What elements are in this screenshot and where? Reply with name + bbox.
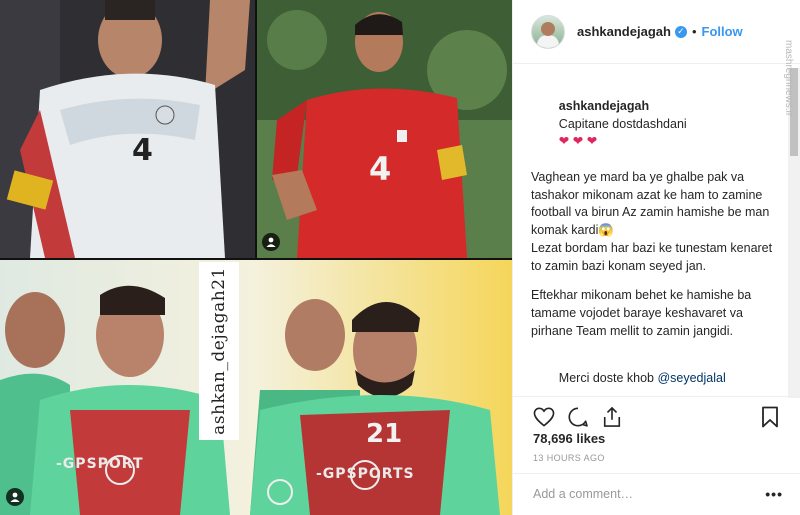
post-timestamp[interactable]: 13 HOURS AGO [533, 453, 605, 463]
caption-paragraph-4: Merci doste khob [558, 371, 658, 386]
avatar[interactable] [531, 14, 565, 49]
photo-training-green-shirts: 21 [0, 260, 512, 515]
photo-player-red-jersey: 4 [257, 0, 512, 258]
handle-watermark: ashkan_dejagah21 [199, 262, 239, 440]
shirt-number-bottom: 21 [366, 419, 402, 449]
bib-text-left: -GPSPORT [56, 456, 144, 472]
handle-watermark-text: ashkan_dejagah21 [209, 267, 230, 435]
share-icon[interactable] [599, 404, 625, 430]
caption-paragraph-1: Vaghean ye mard ba ye ghalbe pak va tash… [531, 169, 773, 237]
caption: ashkandejagah Capitane dostdashdani ❤ ❤ … [531, 80, 779, 406]
comment-input[interactable] [533, 486, 766, 501]
post-header: ashkandejagah ✓ • Follow [513, 0, 800, 64]
tagged-users-icon-2[interactable] [6, 488, 24, 506]
caption-area: ashkandejagah Capitane dostdashdani ❤ ❤ … [513, 70, 789, 392]
post-sidebar: ashkandejagah ✓ • Follow ashkandejagah C… [512, 0, 800, 515]
verified-badge-icon: ✓ [674, 25, 687, 38]
more-options-icon[interactable]: ••• [765, 486, 783, 502]
bookmark-icon[interactable] [757, 404, 783, 430]
site-watermark: mashreghnews.ir [783, 40, 794, 117]
caption-paragraph-3: Eftekhar mikonam behet ke hamishe ba tam… [531, 288, 755, 338]
tagged-users-icon[interactable] [262, 233, 280, 251]
photo-player-white-jersey: 4 [0, 0, 255, 258]
add-comment-bar: ••• [513, 473, 800, 513]
comment-icon[interactable] [565, 404, 591, 430]
heart-icon[interactable] [531, 404, 557, 430]
comments-scrollbar[interactable] [788, 68, 800, 398]
heart-emojis: ❤ ❤ ❤ [558, 134, 598, 149]
caption-line1: Capitane dostdashdani [558, 116, 687, 131]
header-separator: • [691, 24, 697, 39]
shirt-number-left: 4 [132, 133, 153, 168]
likes-count[interactable]: 78,696 likes [533, 431, 605, 446]
caption-paragraph-2: Lezat bordam har bazi ke tunestam kenare… [531, 240, 776, 273]
post-actions: 78,696 likes 13 HOURS AGO ••• [513, 396, 800, 515]
bib-text-right: -GPSPORTS [316, 466, 415, 482]
shirt-number-right: 4 [369, 150, 391, 188]
follow-button[interactable]: Follow [702, 24, 743, 39]
caption-username[interactable]: ashkandejagah [559, 99, 649, 113]
post-image[interactable]: 4 4 21 -GPSPORT -GPSPORTS ashkan_dejagah… [0, 0, 512, 515]
mention-link[interactable]: @seyedjalal [657, 371, 725, 385]
header-username[interactable]: ashkandejagah [577, 24, 671, 39]
